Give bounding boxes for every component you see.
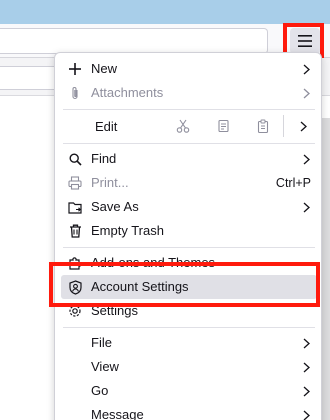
account-settings-highlight — [49, 262, 320, 307]
window-titlebar — [0, 0, 330, 24]
menu-separator — [63, 327, 315, 328]
menu-item-label: File — [91, 335, 112, 350]
menu-item-label: Message — [91, 407, 144, 420]
menu-separator — [63, 247, 315, 248]
menu-item-save-as[interactable]: Save As — [61, 195, 317, 219]
trash-icon — [67, 223, 83, 239]
menu-item-label: Attachments — [91, 85, 164, 100]
copy-icon[interactable] — [215, 118, 231, 134]
plus-icon — [67, 61, 83, 77]
menu-item-message[interactable]: Message — [61, 403, 317, 420]
menu-item-label: Find — [91, 151, 117, 166]
menu-separator — [63, 109, 315, 110]
menu-item-label: Go — [91, 383, 109, 398]
search-icon — [67, 151, 83, 167]
chevron-right-icon — [301, 359, 311, 375]
chevron-right-icon[interactable] — [295, 118, 311, 134]
menu-item-label: Edit — [95, 119, 118, 134]
menu-item-print[interactable]: Print... Ctrl+P — [61, 171, 317, 195]
menu-item-file[interactable]: File — [61, 331, 317, 355]
menu-item-go[interactable]: Go — [61, 379, 317, 403]
paperclip-icon — [67, 85, 83, 101]
menu-edit-row: Edit — [61, 111, 317, 141]
menu-item-shortcut: Ctrl+P — [275, 176, 311, 190]
chevron-right-icon — [301, 199, 311, 215]
menu-item-empty-trash[interactable]: Empty Trash — [61, 219, 317, 243]
menu-item-label: Empty Trash — [91, 223, 164, 238]
save-as-icon — [67, 199, 83, 215]
printer-icon — [67, 175, 83, 191]
app-menu-panel: New Attachments Edit Find Print... Ctrl+… — [54, 52, 322, 420]
menu-item-label: View — [91, 359, 119, 374]
cut-icon[interactable] — [175, 118, 191, 134]
menu-item-new[interactable]: New — [61, 57, 317, 81]
chevron-right-icon — [301, 335, 311, 351]
menu-item-label: Save As — [91, 199, 139, 214]
menu-item-view[interactable]: View — [61, 355, 317, 379]
paste-icon[interactable] — [255, 118, 271, 134]
chevron-right-icon — [301, 85, 311, 101]
menu-item-label: New — [91, 61, 118, 76]
menu-item-attachments[interactable]: Attachments — [61, 81, 317, 105]
menu-item-find[interactable]: Find — [61, 147, 317, 171]
menu-separator — [63, 143, 315, 144]
edit-row-divider — [283, 115, 284, 137]
search-input[interactable] — [0, 28, 268, 54]
menu-item-label: Print... — [91, 175, 129, 190]
chevron-right-icon — [301, 151, 311, 167]
chevron-right-icon — [301, 383, 311, 399]
chevron-right-icon — [301, 407, 311, 420]
chevron-right-icon — [301, 61, 311, 77]
